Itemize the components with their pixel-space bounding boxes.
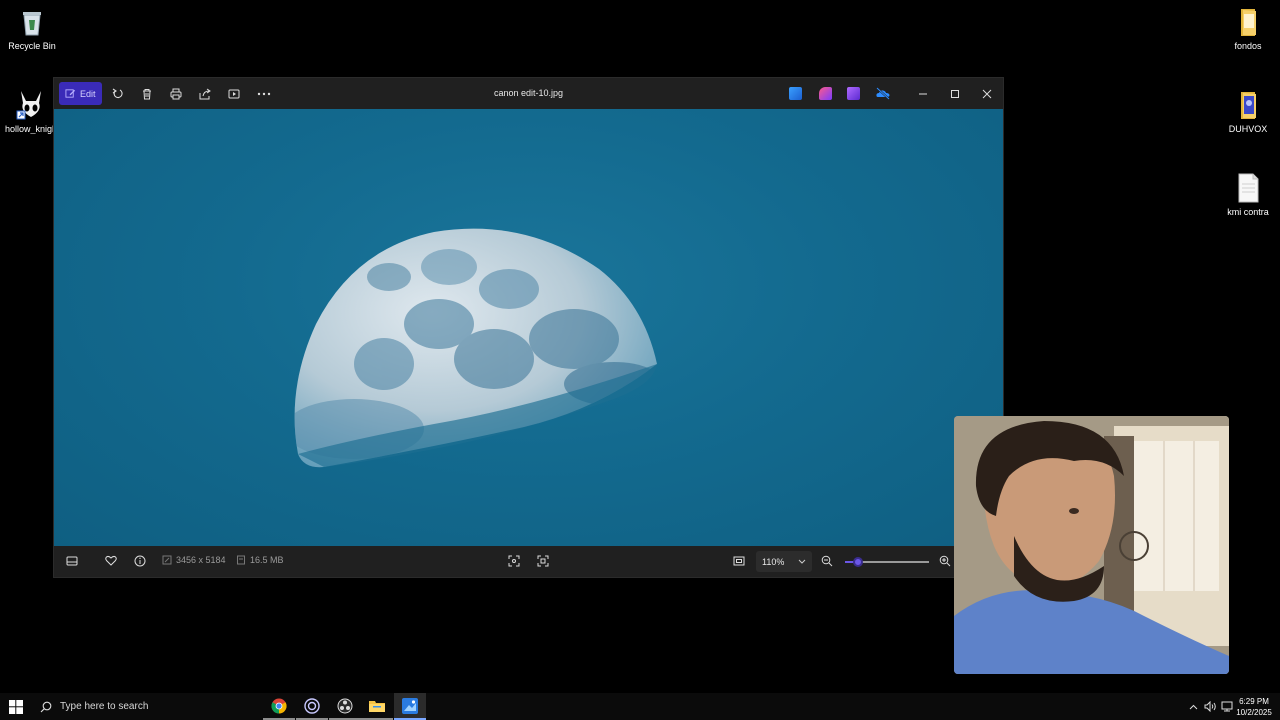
maximize-icon: [951, 90, 959, 98]
photos-window: Edit canon edit-10.jpg 3456 x 5184 16.5 …: [53, 77, 1004, 578]
obs-icon: [337, 698, 353, 713]
zoom-slider-thumb[interactable]: [853, 557, 863, 567]
taskbar-app-file-explorer[interactable]: [361, 693, 393, 720]
network-button[interactable]: [1219, 693, 1235, 720]
clock-time: 6:29 PM: [1239, 697, 1269, 706]
network-icon: [1221, 701, 1233, 712]
taskbar-app-photos[interactable]: [394, 693, 426, 720]
fit-icon: [733, 556, 745, 566]
maximize-button[interactable]: [940, 82, 970, 106]
folder-icon: [1232, 6, 1264, 38]
dimensions-info: 3456 x 5184: [162, 555, 226, 565]
visual-search-icon: [537, 555, 549, 567]
start-button[interactable]: [0, 693, 32, 720]
desktop-icon-recycle-bin[interactable]: Recycle Bin: [0, 6, 64, 51]
info-button[interactable]: [134, 555, 146, 567]
edit-button[interactable]: Edit: [59, 82, 102, 105]
info-icon: [134, 555, 146, 567]
edit-icon: [65, 89, 76, 98]
file-size-text: 16.5 MB: [250, 555, 284, 565]
fondos-label: fondos: [1234, 41, 1262, 51]
minimize-icon: [919, 93, 927, 95]
file-explorer-icon: [369, 700, 385, 712]
visual-search-button[interactable]: [537, 555, 549, 567]
zoom-slider[interactable]: [845, 557, 929, 567]
photo-viewport[interactable]: [54, 109, 1003, 546]
chrome-icon: [271, 698, 287, 714]
file-size-icon: [237, 555, 245, 565]
volume-button[interactable]: [1202, 693, 1218, 720]
recycle-bin-label: Recycle Bin: [8, 41, 56, 51]
taskbar-clock[interactable]: 6:29 PM 10/2/2025: [1234, 696, 1274, 718]
video-editor-icon[interactable]: [847, 87, 860, 100]
print-icon: [170, 88, 182, 100]
chevron-up-icon: [1189, 704, 1197, 709]
show-hidden-icons-button[interactable]: [1186, 693, 1200, 720]
volume-icon: [1204, 701, 1216, 712]
taskbar-app-chrome[interactable]: [263, 693, 295, 720]
edit-label: Edit: [80, 88, 96, 99]
file-size-info: 16.5 MB: [236, 555, 284, 565]
onedrive-icon[interactable]: [876, 87, 890, 100]
recycle-bin-icon: [16, 6, 48, 38]
status-bar: 3456 x 5184 16.5 MB 110%: [54, 546, 1003, 577]
close-button[interactable]: [972, 82, 1002, 106]
desktop-icon-fondos[interactable]: fondos: [1216, 6, 1280, 51]
webcam-feed: [954, 416, 1229, 674]
moon-photo: [294, 228, 658, 468]
clipchamp-icon[interactable]: [819, 87, 832, 100]
taskbar-app-steelseries[interactable]: [296, 693, 328, 720]
slideshow-button[interactable]: [222, 83, 246, 105]
clock-date: 10/2/2025: [1236, 708, 1272, 717]
folder-icon: [1232, 89, 1264, 121]
zoom-in-button[interactable]: [939, 555, 951, 567]
desktop-icon-duhvox[interactable]: DUHVOX: [1216, 89, 1280, 134]
taskbar-search[interactable]: Type here to search: [32, 693, 262, 720]
delete-button[interactable]: [135, 83, 159, 105]
zoom-out-icon: [821, 555, 833, 567]
zoom-dropdown[interactable]: 110%: [756, 551, 812, 572]
slideshow-icon: [228, 89, 240, 99]
fit-to-window-button[interactable]: [733, 555, 745, 567]
chevron-down-icon: [798, 559, 806, 564]
print-button[interactable]: [164, 83, 188, 105]
filmstrip-button[interactable]: [66, 555, 78, 567]
crop-icon: [508, 555, 520, 567]
taskbar-app-obs[interactable]: [329, 693, 361, 720]
close-icon: [982, 89, 992, 99]
search-placeholder: Type here to search: [60, 701, 149, 712]
heart-icon: [105, 555, 117, 566]
windows-logo-icon: [9, 699, 23, 714]
filmstrip-icon: [66, 556, 78, 566]
photos-icon: [402, 697, 418, 714]
kmi-contra-label: kmi contra: [1227, 207, 1269, 217]
search-icon: [40, 701, 52, 712]
favorite-button[interactable]: [105, 555, 117, 566]
steelseries-icon: [304, 697, 320, 714]
more-icon: [257, 92, 271, 96]
hollow-knight-icon: [15, 89, 47, 121]
minimize-button[interactable]: [908, 82, 938, 106]
more-options-button[interactable]: [252, 83, 276, 105]
zoom-value: 110%: [762, 556, 785, 567]
delete-icon: [143, 89, 151, 100]
title-bar[interactable]: Edit canon edit-10.jpg: [54, 78, 1003, 109]
crop-button[interactable]: [508, 555, 520, 567]
zoom-out-button[interactable]: [821, 555, 833, 567]
duhvox-label: DUHVOX: [1228, 124, 1268, 134]
taskbar: Type here to search 6:29 PM 10/2/2025: [0, 693, 1280, 720]
image-size-icon: [162, 555, 172, 565]
share-icon: [199, 88, 211, 100]
share-button[interactable]: [193, 83, 217, 105]
rotate-button[interactable]: [106, 83, 130, 105]
webcam-overlay: [954, 416, 1229, 674]
photos-app-icon[interactable]: [789, 87, 802, 100]
desktop-icon-kmi-contra[interactable]: kmi contra: [1216, 172, 1280, 217]
dimensions-text: 3456 x 5184: [176, 555, 226, 565]
rotate-icon: [112, 88, 123, 98]
document-icon: [1232, 172, 1264, 204]
zoom-in-icon: [939, 555, 951, 567]
